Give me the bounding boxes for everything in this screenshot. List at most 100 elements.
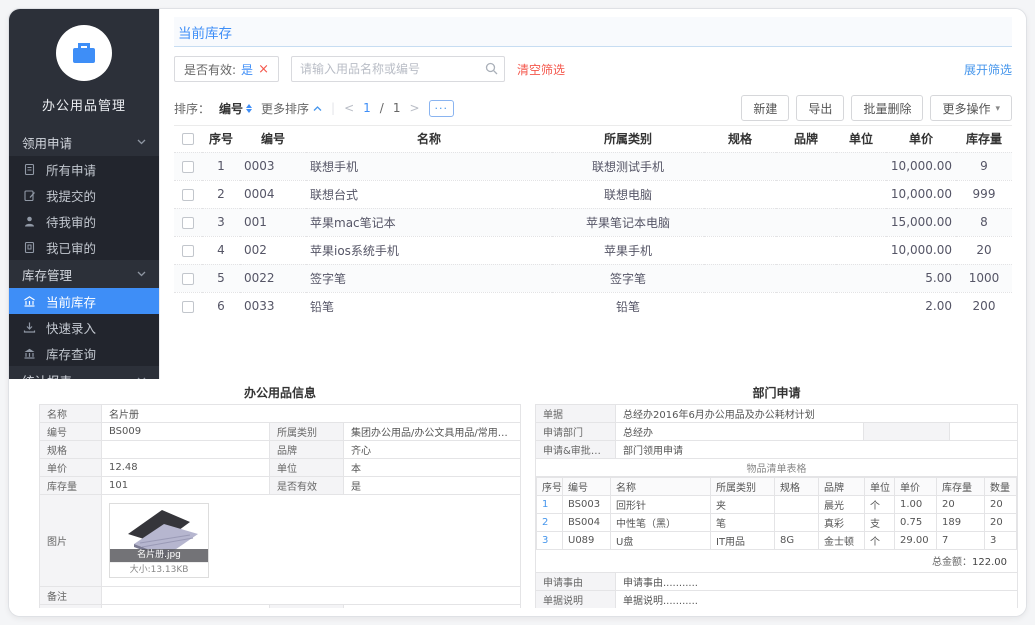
- more-pages-button[interactable]: ···: [429, 100, 455, 117]
- cell-spec: [704, 180, 776, 208]
- table-row[interactable]: 4 002 苹果ios系统手机 苹果手机 10,000.00 20: [174, 236, 1012, 264]
- column-header[interactable]: 所属类别: [552, 126, 704, 152]
- column-header[interactable]: 编号: [240, 126, 306, 152]
- item-qty: 3: [985, 532, 1017, 550]
- inventory-table: 序号编号名称所属类别规格品牌单位单价库存量 1 0003 联想手机 联想测试手机: [174, 126, 1012, 320]
- expand-filter-link[interactable]: 展开筛选: [964, 61, 1012, 78]
- cell-seq: 2: [202, 180, 240, 208]
- item-brand: 真彩: [819, 514, 865, 532]
- cell-unit: [836, 152, 886, 180]
- new-button[interactable]: 新建: [741, 95, 789, 121]
- export-button[interactable]: 导出: [796, 95, 844, 121]
- sidebar-item-my-reviewed[interactable]: 我已审的: [9, 234, 159, 260]
- row-checkbox[interactable]: [182, 161, 194, 173]
- batch-delete-button[interactable]: 批量删除: [851, 95, 923, 121]
- items-table-caption: 物品清单表格: [536, 459, 1018, 477]
- item-price: 29.00: [895, 532, 937, 550]
- items-header-row: 序号编号名称所属类别规格品牌单位单价库存量数量: [537, 478, 1017, 496]
- code-value: BS009: [102, 423, 270, 441]
- note-value: 单据说明...........: [616, 591, 1018, 609]
- cell-price: 5.00: [886, 264, 956, 292]
- cell-name: 铅笔: [306, 292, 552, 320]
- column-header[interactable]: 品牌: [776, 126, 836, 152]
- sidebar-section-inventory[interactable]: 库存管理: [9, 260, 159, 288]
- select-all-checkbox[interactable]: [182, 133, 194, 145]
- table-row[interactable]: 1 0003 联想手机 联想测试手机 10,000.00 9: [174, 152, 1012, 180]
- creator-value: 管理员: [102, 605, 270, 609]
- pager-next-button[interactable]: >: [409, 101, 419, 115]
- cell-category: 铅笔: [552, 292, 704, 320]
- clear-filter-link[interactable]: 清空筛选: [517, 61, 565, 78]
- valid-value: 是: [344, 477, 521, 495]
- file-edit-icon: [23, 189, 36, 202]
- item-code: U089: [563, 532, 611, 550]
- items-row[interactable]: 1 BS003 回形针 夹 晨光 个 1.00 20: [537, 496, 1017, 514]
- stock-label: 库存量: [40, 477, 102, 495]
- briefcase-logo-icon: [56, 25, 112, 81]
- doc-value: 总经办2016年6月办公用品及办公耗材计划: [616, 405, 1018, 423]
- category-label: 所属类别: [270, 423, 344, 441]
- cell-spec: [704, 152, 776, 180]
- row-checkbox[interactable]: [182, 189, 194, 201]
- column-header[interactable]: 序号: [202, 126, 240, 152]
- more-actions-button[interactable]: 更多操作 ▾: [930, 95, 1012, 121]
- sidebar-item-my-submitted[interactable]: 我提交的: [9, 182, 159, 208]
- cell-unit: [836, 264, 886, 292]
- sidebar-section-requests[interactable]: 领用申请: [9, 128, 159, 156]
- row-checkbox[interactable]: [182, 273, 194, 285]
- supply-info-title: 办公用品信息: [39, 384, 521, 402]
- sidebar-item-pending-my-review[interactable]: 待我审的: [9, 208, 159, 234]
- pager-prev-button[interactable]: <: [344, 101, 354, 115]
- table-row[interactable]: 2 0004 联想台式 联想电脑 10,000.00 999: [174, 180, 1012, 208]
- column-header[interactable]: 单位: [836, 126, 886, 152]
- cell-brand: [776, 152, 836, 180]
- cell-stock: 20: [956, 236, 1012, 264]
- row-checkbox[interactable]: [182, 245, 194, 257]
- sort-field-button[interactable]: 编号: [219, 100, 252, 117]
- sidebar-item-quick-entry[interactable]: 快速录入: [9, 314, 159, 340]
- more-sort-button[interactable]: 更多排序: [261, 100, 322, 117]
- toolbar: 排序： 编号 更多排序 | < 1 / 1 > ··· 新建 导出: [174, 91, 1012, 125]
- row-checkbox[interactable]: [182, 301, 194, 313]
- column-header[interactable]: 名称: [306, 126, 552, 152]
- item-category: IT用品: [711, 532, 775, 550]
- items-column-header: 编号: [563, 478, 611, 496]
- item-seq: 1: [537, 496, 563, 514]
- items-row[interactable]: 3 U089 U盘 IT用品 8G 金士顿 个 29.00 7: [537, 532, 1017, 550]
- column-header[interactable]: 规格: [704, 126, 776, 152]
- sidebar-item-inventory-query[interactable]: 库存查询: [9, 340, 159, 366]
- price-value: 12.48: [102, 459, 270, 477]
- items-row[interactable]: 2 BS004 中性笔（黑） 笔 真彩 支 0.75 189: [537, 514, 1017, 532]
- valid-label: 是否有效: [270, 477, 344, 495]
- column-header[interactable]: 库存量: [956, 126, 1012, 152]
- attachment-thumbnail[interactable]: 名片册.jpg 大小:13.13KB: [109, 503, 209, 578]
- department-apply-table: 单据 总经办2016年6月办公用品及办公耗材计划 申请部门 总经办 申请&审批流…: [535, 404, 1018, 608]
- column-header[interactable]: 单价: [886, 126, 956, 152]
- search-input[interactable]: [291, 56, 505, 82]
- detail-area: 办公用品信息 名称 名片册 编号 BS009 所属类别 集团办公用品/办公文具用…: [9, 379, 1026, 616]
- items-column-header: 单位: [865, 478, 895, 496]
- cell-stock: 999: [956, 180, 1012, 208]
- spec-value: [102, 441, 270, 459]
- cell-spec: [704, 208, 776, 236]
- main-content: 当前库存 是否有效: 是 × 清空筛选 展开筛选 排序： 编号: [159, 9, 1026, 379]
- table-row[interactable]: 5 0022 签字笔 签字笔 5.00 1000: [174, 264, 1012, 292]
- cell-name: 苹果ios系统手机: [306, 236, 552, 264]
- search-icon[interactable]: [485, 62, 498, 78]
- table-row[interactable]: 6 0033 铅笔 铅笔 2.00 200: [174, 292, 1012, 320]
- item-code: BS003: [563, 496, 611, 514]
- sidebar-item-current-inventory[interactable]: 当前库存: [9, 288, 159, 314]
- supply-info-table: 名称 名片册 编号 BS009 所属类别 集团办公用品/办公文具用品/常用文具 …: [39, 404, 521, 608]
- close-icon[interactable]: ×: [258, 62, 269, 77]
- filter-chip-valid[interactable]: 是否有效: 是 ×: [174, 56, 279, 82]
- action-buttons: 新建 导出 批量删除 更多操作 ▾: [741, 95, 1012, 121]
- table-row[interactable]: 3 001 苹果mac笔记本 苹果笔记本电脑 15,000.00 8: [174, 208, 1012, 236]
- sidebar-item-all-requests[interactable]: 所有申请: [9, 156, 159, 182]
- cell-category: 苹果手机: [552, 236, 704, 264]
- cell-category: 苹果笔记本电脑: [552, 208, 704, 236]
- filter-bar: 是否有效: 是 × 清空筛选 展开筛选: [174, 47, 1012, 91]
- row-checkbox[interactable]: [182, 217, 194, 229]
- sidebar-section-reports[interactable]: 统计报表: [9, 366, 159, 379]
- cell-unit: [836, 208, 886, 236]
- item-unit: 个: [865, 496, 895, 514]
